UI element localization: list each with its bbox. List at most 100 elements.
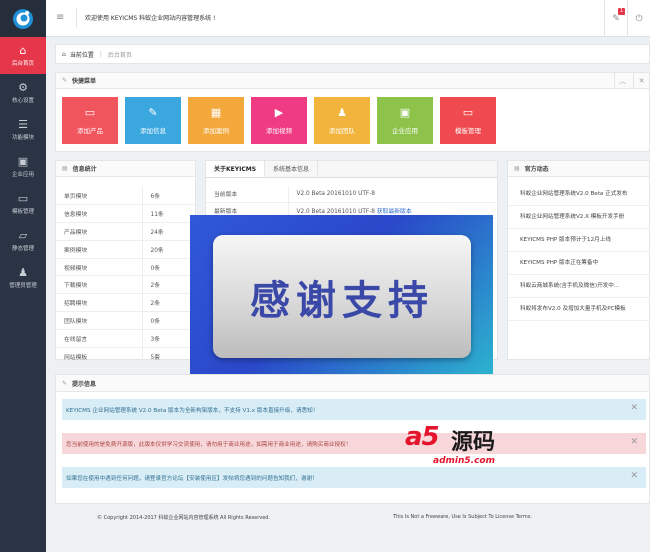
- close-icon[interactable]: ✕: [630, 471, 638, 481]
- stat-value: 0条: [142, 311, 195, 330]
- footer: © Copyright 2014-2017 科蚁企业网站内容管理系统 All R…: [55, 510, 650, 524]
- table-row: 案例模块 20条: [56, 240, 195, 259]
- row-key: 当前版本: [206, 186, 289, 203]
- document-icon: ▤: [514, 165, 520, 172]
- close-icon[interactable]: ✕: [630, 437, 638, 447]
- home-icon: ⌂: [19, 43, 27, 57]
- stat-label: 网站模板: [56, 347, 143, 366]
- sidebar-item-label: 核心设置: [11, 97, 34, 104]
- news-item[interactable]: 科蚁企业网站管理系统V2.X 模板开发手册: [508, 206, 649, 229]
- copyright: © Copyright 2014-2017 科蚁企业网站内容管理系统 All R…: [97, 514, 271, 521]
- news-item[interactable]: 科蚁将发布V2.0 及增加大量手机及PC模板: [508, 298, 649, 321]
- sidebar-item-label: 企业应用: [11, 171, 34, 178]
- quick-button-2[interactable]: ▦ 添加案例: [188, 97, 244, 144]
- news-item[interactable]: KEYICMS PHP 版本正在筹备中: [508, 252, 649, 275]
- image-icon: ▦: [210, 106, 222, 119]
- table-row: 下载模块 2条: [56, 275, 195, 295]
- panel-header: ✎ 提示信息: [56, 375, 649, 392]
- stat-label: 产品模块: [56, 222, 143, 241]
- monitor-icon: ▭: [462, 106, 474, 119]
- table-row: 在线留言 3条: [56, 329, 195, 348]
- tab-system-info[interactable]: 系统基本信息: [265, 161, 319, 177]
- collapse-button[interactable]: ︿: [614, 73, 630, 89]
- sidebar-item-home[interactable]: ⌂ 后台首页: [0, 37, 46, 74]
- quick-button-label: 添加信息: [140, 127, 166, 135]
- license-note: This Is Not a Freeware, Use Is Subject T…: [393, 514, 532, 520]
- panel-header: ▤ 官方动态: [508, 161, 649, 177]
- sidebar-item-templates[interactable]: ▭ 模板管理: [0, 185, 46, 222]
- a5-watermark-logo: a5 源码 admin5.com: [405, 422, 550, 467]
- close-panel-button[interactable]: ✕: [633, 73, 649, 89]
- quick-button-3[interactable]: ▶ 添加视频: [251, 97, 307, 144]
- monitor-icon: ▭: [17, 191, 29, 205]
- news-panel: ▤ 官方动态 科蚁企业网站管理系统V2.0 Beta 正式发布 科蚁企业网站管理系…: [507, 160, 650, 360]
- table-row: 信息模块 11条: [56, 204, 195, 224]
- home-small-icon: ⌂: [62, 50, 66, 58]
- alert-message: 您当前使用的是免费开源版，此版本仅供学习交流使用，请勿用于商业用途，如需用于商业…: [62, 433, 646, 454]
- quick-button-label: 添加案例: [203, 127, 229, 135]
- panel-title: 官方动态: [524, 166, 549, 173]
- quick-button-0[interactable]: ▭ 添加产品: [62, 97, 118, 144]
- quick-button-1[interactable]: ✎ 添加信息: [125, 97, 181, 144]
- watermark-cn: 源码: [451, 430, 496, 455]
- sidebar-item-label: 管理员管理: [9, 282, 37, 289]
- sidebar-item-label: 功能模块: [11, 134, 34, 141]
- team-icon: ♟: [337, 106, 347, 119]
- table-row: 网站模板 5套: [56, 347, 195, 366]
- folder-icon: ▱: [18, 228, 28, 242]
- stats-table: 单页模块 6条 信息模块 11条 产品模块 24条 案例模块 20条 视频模块 0条 下载模块 2条招…: [56, 187, 195, 366]
- panel-header: ✎ 快捷菜单: [56, 73, 649, 89]
- quick-button-label: 企业应用: [392, 127, 418, 135]
- alert-message: 如果您在使用中遇到任何问题，请登录官方论坛【安装使用区】发帖将您遇到的问题告知我…: [62, 467, 646, 488]
- thanks-banner-box: 感谢支持: [213, 235, 471, 358]
- top-bar: ≡ 欢迎使用 KEYICMS 科蚁企业网站内容管理系统 ! ✎ 1 ⏻: [46, 0, 650, 37]
- quick-button-label: 添加产品: [77, 127, 103, 135]
- close-icon[interactable]: ✕: [630, 403, 638, 413]
- quick-button-5[interactable]: ▣ 企业应用: [377, 97, 433, 144]
- sidebar-item-label: 模板管理: [11, 208, 34, 215]
- quick-button-label: 添加视频: [266, 127, 292, 135]
- sidebar-item-static[interactable]: ▱ 静态管理: [0, 222, 46, 259]
- breadcrumb-home[interactable]: 当前位置: [70, 50, 94, 59]
- quick-menu-panel: ✎ 快捷菜单 ︿ ✕ ▭ 添加产品 ✎ 添加信息 ▦ 添加案例 ▶ 添加视频 ♟ 添加团队 ▣ 企业应…: [55, 72, 650, 152]
- alert-text: 您当前使用的是免费开源版，此版本仅供学习交流使用，请勿用于商业用途，如需用于商业…: [66, 441, 352, 448]
- table-row: 视频模块 0条: [56, 258, 195, 277]
- news-item[interactable]: KEYICMS PHP 版本预计于12月上线: [508, 229, 649, 252]
- table-row: 单页模块 6条: [56, 187, 195, 206]
- breadcrumb-current: 后台首页: [107, 51, 132, 59]
- version-table: 当前版本 V2.0 Beta 20161010 UTF-8 最新版本 V2.0 …: [206, 186, 497, 219]
- logo-icon: [13, 8, 33, 29]
- tips-panel: ✎ 提示信息 KEYICMS 企业网站管理系统 V2.0 Beta 版本为全新构…: [55, 374, 650, 504]
- news-item[interactable]: 科蚁云商城系统(含手机及微信)开发中...: [508, 275, 649, 298]
- tab-about[interactable]: 关于KEYICMS: [206, 161, 266, 177]
- table-row: 团队模块 0条: [56, 311, 195, 330]
- quick-button-6[interactable]: ▭ 模板管理: [440, 97, 496, 144]
- tray-icon: ▭: [84, 106, 96, 119]
- sidebar-item-modules[interactable]: ☰ 功能模块: [0, 111, 46, 148]
- sidebar-item-enterprise-apps[interactable]: ▣ 企业应用: [0, 148, 46, 185]
- sidebar-item-label: 静态管理: [11, 245, 34, 252]
- panel-title: 信息统计: [72, 166, 97, 173]
- panel-header: ▤ 信息统计: [56, 161, 195, 177]
- logout-button[interactable]: ⏻: [627, 0, 650, 37]
- sidebar-item-core-settings[interactable]: ⚙ 核心设置: [0, 74, 46, 111]
- quick-button-4[interactable]: ♟ 添加团队: [314, 97, 370, 144]
- sidebar-item-admins[interactable]: ♟ 管理员管理: [0, 259, 46, 296]
- breadcrumb-divider: |: [99, 50, 102, 58]
- panel-title: 提示信息: [72, 380, 97, 388]
- table-row: 招聘模块 2条: [56, 293, 195, 313]
- stat-value: 0条: [142, 258, 195, 277]
- about-tabs: 关于KEYICMS 系统基本信息: [206, 161, 497, 178]
- quick-button-label: 模板管理: [455, 127, 481, 135]
- watermark-brand: a5: [405, 422, 440, 452]
- gears-icon: ⚙: [18, 80, 28, 94]
- play-icon: ▶: [274, 106, 284, 119]
- edit-icon: ✎: [62, 77, 68, 84]
- menu-toggle-icon[interactable]: ≡: [56, 12, 64, 23]
- stat-label: 在线留言: [56, 329, 143, 348]
- news-item[interactable]: 科蚁企业网站管理系统V2.0 Beta 正式发布: [508, 183, 649, 206]
- logo[interactable]: [0, 0, 46, 37]
- get-latest-link[interactable]: 获取最新版本: [377, 209, 412, 215]
- row-value: V2.0 Beta 20161010 UTF-8: [296, 208, 376, 215]
- notifications-button[interactable]: ✎ 1: [604, 0, 627, 37]
